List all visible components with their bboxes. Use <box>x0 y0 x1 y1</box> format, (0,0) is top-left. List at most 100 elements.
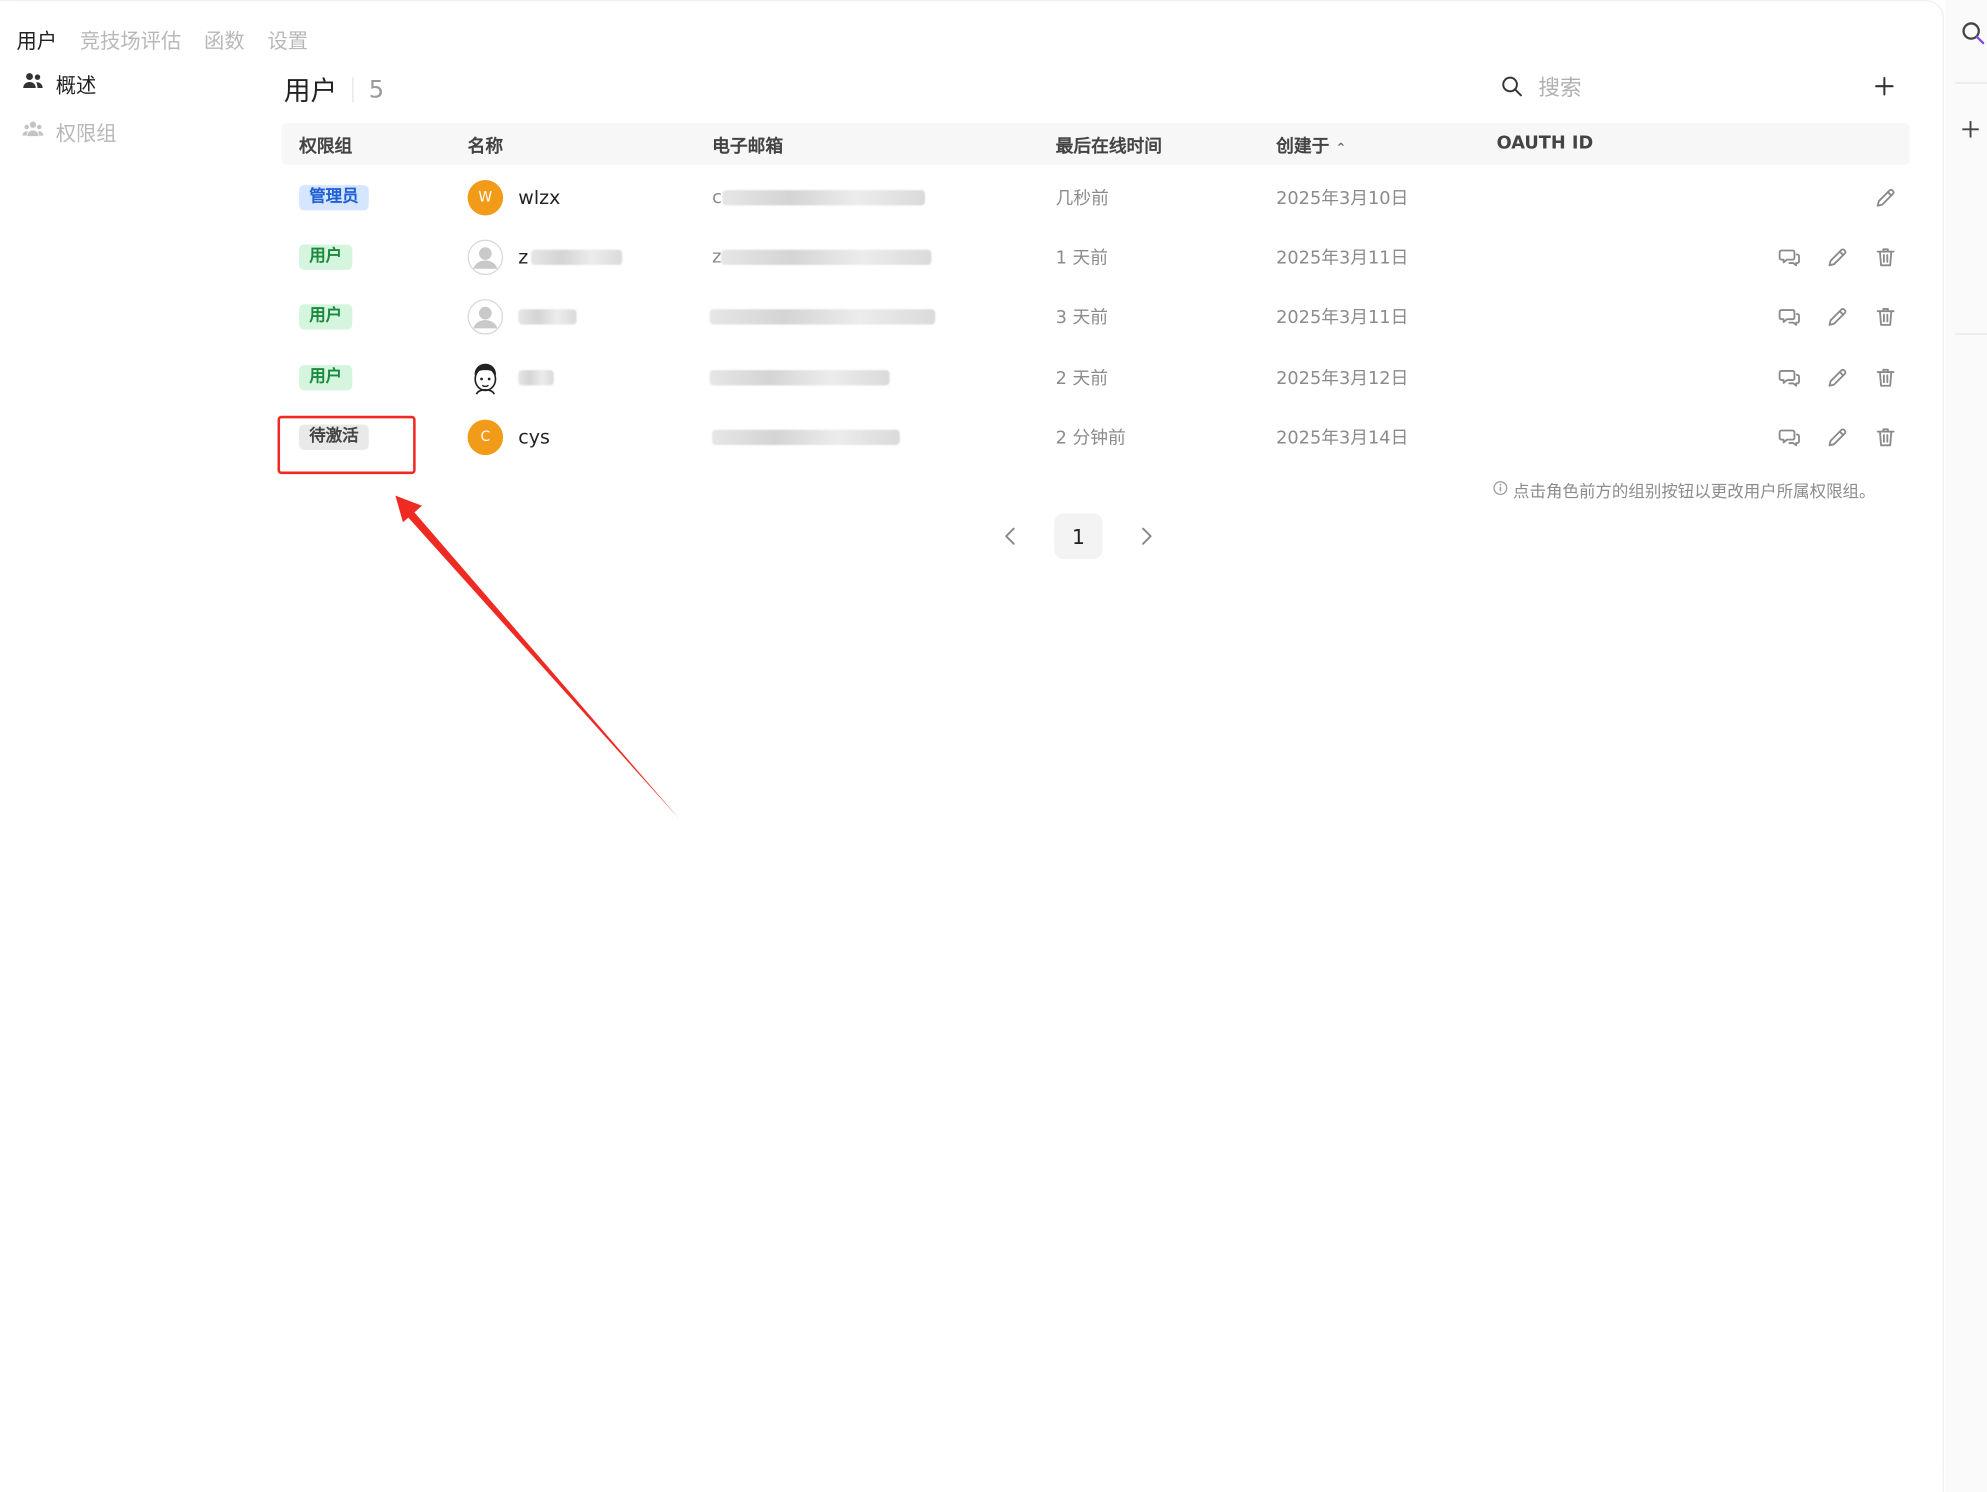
avatar <box>467 359 504 395</box>
trash-icon <box>1876 368 1895 387</box>
table-row: 用户 3 天前 2025年3月11日 <box>281 286 1909 346</box>
add-user-button[interactable] <box>1874 72 1894 105</box>
default-avatar-icon <box>473 246 498 269</box>
chat-button[interactable] <box>1765 305 1813 328</box>
delete-button[interactable] <box>1862 245 1910 268</box>
search-icon <box>1500 75 1523 103</box>
pencil-icon <box>1828 247 1847 266</box>
previous-page-button[interactable] <box>995 513 1025 559</box>
column-header-label: 创建于 <box>1276 136 1330 158</box>
table-row: 用户 2 天前 2025年3月12日 <box>281 347 1909 407</box>
next-page-button[interactable] <box>1132 513 1162 559</box>
annotation-highlight-box <box>277 415 416 475</box>
created-date: 2025年3月10日 <box>1276 188 1409 209</box>
redacted-name <box>518 308 577 324</box>
column-header-oauth-id[interactable]: OAUTH ID <box>1497 133 1594 153</box>
role-badge[interactable]: 用户 <box>299 244 353 270</box>
tab-settings[interactable]: 设置 <box>267 24 308 54</box>
redacted-email <box>709 369 890 385</box>
tab-users[interactable]: 用户 <box>16 24 57 54</box>
edit-button[interactable] <box>1862 186 1910 209</box>
delete-button[interactable] <box>1862 366 1910 389</box>
pencil-icon <box>1828 427 1847 446</box>
right-rail <box>1945 0 1987 1492</box>
trash-icon <box>1876 307 1895 326</box>
created-date: 2025年3月11日 <box>1276 247 1409 269</box>
edit-button[interactable] <box>1813 245 1861 268</box>
row-actions <box>1765 286 1909 346</box>
chat-bubbles-icon <box>1778 248 1800 266</box>
sort-ascending-icon: ⌃ <box>1335 141 1347 156</box>
redacted-email <box>709 308 936 324</box>
chat-button[interactable] <box>1765 425 1813 448</box>
role-badge[interactable]: 管理员 <box>299 184 369 210</box>
sidebar: 概述 权限组 <box>22 70 117 166</box>
edit-button[interactable] <box>1813 366 1861 389</box>
avatar: C <box>467 418 504 455</box>
default-avatar-icon <box>473 306 498 328</box>
top-tabs: 用户 竞技场评估 函数 设置 <box>16 24 308 54</box>
avatar <box>467 298 504 335</box>
edit-button[interactable] <box>1813 305 1861 328</box>
avatar <box>467 238 504 275</box>
rail-divider <box>1955 333 1987 335</box>
chat-button[interactable] <box>1765 245 1813 268</box>
column-header-name[interactable]: 名称 <box>468 133 503 158</box>
main-panel: 用户 竞技场评估 函数 设置 概述 权限组 用户 5 搜索 权限组 名称 电子邮… <box>0 0 1944 1492</box>
rail-divider <box>1955 82 1987 84</box>
table-row: 待激活 C cys 2 分钟前 2025年3月14日 <box>281 407 1909 467</box>
user-name: z <box>518 245 529 269</box>
tab-functions[interactable]: 函数 <box>204 24 245 54</box>
table-header: 权限组 名称 电子邮箱 最后在线时间 创建于 ⌃ OAUTH ID <box>281 122 1910 165</box>
app-window: 用户 竞技场评估 函数 设置 概述 权限组 用户 5 搜索 权限组 名称 电子邮… <box>0 0 1987 1492</box>
role-badge[interactable]: 用户 <box>299 364 353 390</box>
user-group-icon <box>22 118 45 146</box>
users-icon <box>22 70 45 98</box>
created-date: 2025年3月12日 <box>1276 368 1409 389</box>
table-row: 用户 z z 1 天前 2025年3月11日 <box>281 227 1909 287</box>
chat-bubbles-icon <box>1778 369 1800 387</box>
created-date: 2025年3月11日 <box>1276 307 1409 328</box>
row-actions <box>1765 347 1909 407</box>
sidebar-item-overview[interactable]: 概述 <box>22 70 117 98</box>
page-number-button[interactable]: 1 <box>1054 513 1103 560</box>
last-active: 几秒前 <box>1055 188 1109 209</box>
redacted-email <box>721 189 925 205</box>
created-date: 2025年3月14日 <box>1276 427 1409 449</box>
chevron-right-icon <box>1142 527 1152 545</box>
pagination: 1 <box>995 513 1162 560</box>
chat-bubbles-icon <box>1778 308 1800 326</box>
row-actions <box>1862 167 1910 227</box>
redacted-name <box>518 369 554 385</box>
role-badge[interactable]: 用户 <box>299 303 353 329</box>
chat-button[interactable] <box>1765 366 1813 389</box>
trash-icon <box>1876 247 1895 266</box>
cartoon-avatar-icon <box>474 363 497 394</box>
user-name: cys <box>518 425 550 449</box>
user-email: z <box>712 246 722 267</box>
last-active: 2 天前 <box>1055 368 1109 389</box>
trash-icon <box>1876 427 1895 446</box>
tab-arena-evaluation[interactable]: 竞技场评估 <box>80 24 181 54</box>
role-change-hint: 点击角色前方的组别按钮以更改用户所属权限组。 <box>1493 478 1876 502</box>
delete-button[interactable] <box>1862 425 1910 448</box>
chat-bubbles-icon <box>1778 428 1800 446</box>
plus-icon[interactable] <box>1960 119 1980 146</box>
last-active: 1 天前 <box>1055 247 1109 269</box>
redacted-email <box>721 249 932 265</box>
column-header-created[interactable]: 创建于 ⌃ <box>1276 133 1346 158</box>
column-header-last-active[interactable]: 最后在线时间 <box>1056 133 1162 158</box>
delete-button[interactable] <box>1862 305 1910 328</box>
user-email: c <box>712 186 722 208</box>
edit-button[interactable] <box>1813 425 1861 448</box>
chevron-left-icon <box>1005 527 1015 545</box>
column-header-role[interactable]: 权限组 <box>299 133 352 158</box>
sidebar-item-permission-groups[interactable]: 权限组 <box>22 118 117 146</box>
search-icon[interactable] <box>1960 20 1985 52</box>
search-input[interactable] <box>1538 76 1792 102</box>
row-actions <box>1765 407 1909 467</box>
page-title: 用户 <box>283 76 338 107</box>
column-header-email[interactable]: 电子邮箱 <box>712 133 783 158</box>
search-bar <box>1500 75 1792 103</box>
header-divider <box>352 77 354 103</box>
